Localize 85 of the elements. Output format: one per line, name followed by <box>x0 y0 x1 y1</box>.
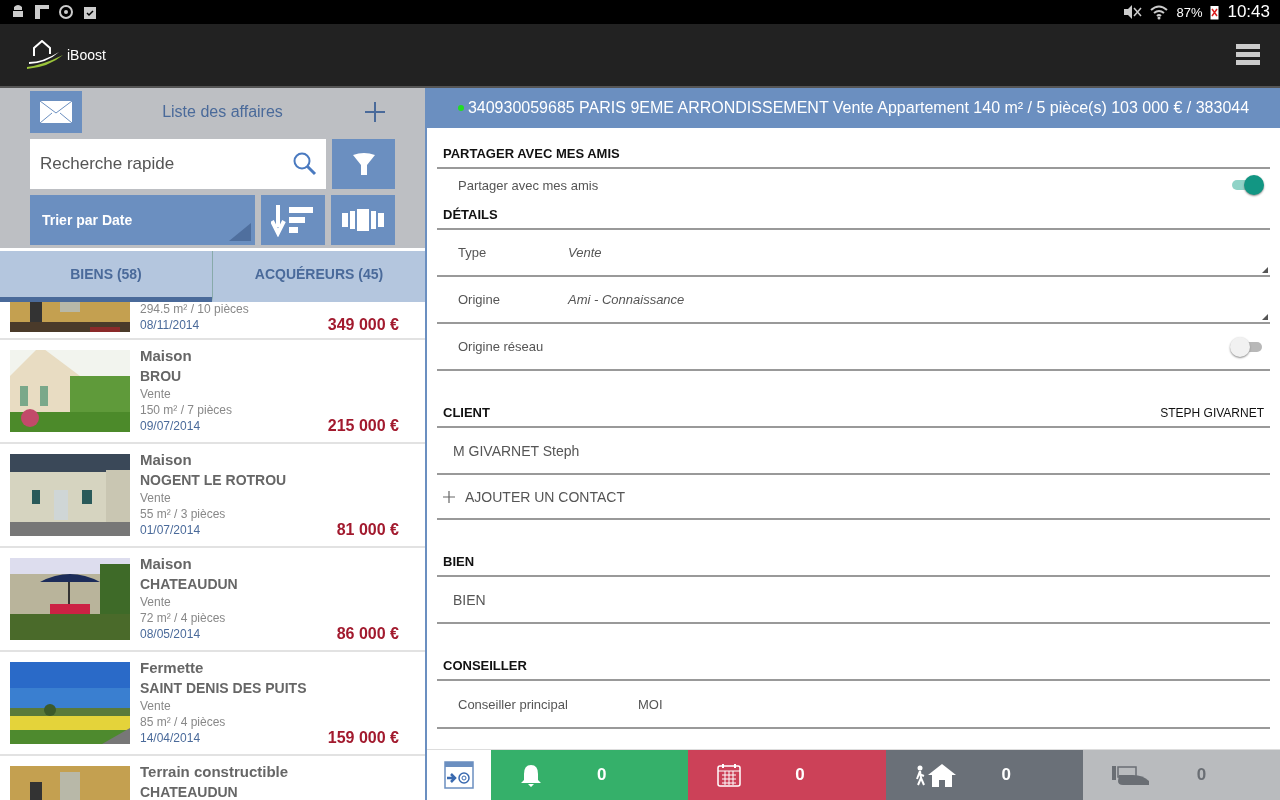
battery-icon <box>1210 4 1220 21</box>
corner-triangle-icon <box>1262 314 1268 320</box>
corner-triangle-icon <box>229 223 251 241</box>
view-toggle-button[interactable] <box>331 195 395 245</box>
listing-surface: 294.5 m² / 10 pièces <box>140 301 250 317</box>
clock-time: 10:43 <box>1227 2 1270 23</box>
listing-surface: 55 m² / 3 pièces <box>140 506 227 522</box>
listing-city: SAINT DENIS DES PUITS <box>140 679 308 698</box>
sort-descending-icon <box>271 203 315 237</box>
listing-surface: 150 m² / 7 pièces <box>140 402 234 418</box>
section-value: STEPH GIVARNET <box>1160 406 1264 420</box>
filter-icon <box>350 151 377 177</box>
listing-date: 01/07/2014 <box>140 522 201 538</box>
list-title: Liste des affaires <box>161 103 284 121</box>
field-label: Conseiller principal <box>458 696 569 712</box>
mail-button[interactable] <box>30 91 82 133</box>
app-title: iBoost <box>67 47 106 64</box>
section-heading: PARTAGER AVEC MES AMIS <box>443 146 620 161</box>
section-heading: BIEN <box>443 554 475 569</box>
listing-surface: 85 m² / 4 pièces <box>140 714 227 730</box>
sort-order-button[interactable] <box>261 195 325 245</box>
menu-icon[interactable] <box>1236 44 1260 67</box>
listing-date: 08/05/2014 <box>140 626 201 642</box>
toggle-label: Partager avec mes amis <box>458 177 599 193</box>
bell-icon <box>519 763 543 787</box>
listing-row[interactable]: Maison CHATEAUDUN Vente 72 m² / 4 pièces 08/05/2014 86 000 € <box>0 548 425 652</box>
counter-button[interactable]: 0 <box>688 750 886 800</box>
calendar-icon <box>716 763 743 787</box>
select-field[interactable]: Origine Ami - Connaissance <box>437 277 1270 324</box>
envelope-icon <box>39 100 73 124</box>
toggle-switch[interactable] <box>1230 336 1264 357</box>
listing-row[interactable]: Maison BROU Vente 150 m² / 7 pièces 09/07/2014 215 000 € <box>0 340 425 444</box>
row-text[interactable]: M GIVARNET Steph <box>453 442 580 459</box>
search-icon[interactable] <box>292 151 318 177</box>
listing-type: Maison <box>140 554 193 574</box>
listing-price: 81 000 € <box>336 522 399 538</box>
sync-icon <box>58 4 74 21</box>
listing-row[interactable]: Terrain constructible CHATEAUDUN <box>0 756 425 800</box>
listing-price: 86 000 € <box>336 626 399 642</box>
add-contact-button[interactable]: AJOUTER UN CONTACT <box>437 475 1270 520</box>
listing-date: 08/11/2014 <box>140 317 200 333</box>
email-forward-icon[interactable] <box>444 761 474 789</box>
section-heading: DÉTAILS <box>443 207 498 222</box>
listing-city: CHATEAUDUN <box>140 783 239 800</box>
wifi-icon <box>1150 4 1169 21</box>
search-field[interactable]: Recherche rapide <box>30 139 326 189</box>
listing-transaction: Vente <box>140 594 172 610</box>
listing-transaction: Vente <box>140 490 172 506</box>
listing-row[interactable]: Fermette SAINT DENIS DES PUITS Vente 85 m² / 4 pièces 14/04/2014 159 000 € <box>0 652 425 756</box>
plus-icon[interactable] <box>363 100 387 124</box>
listing-row[interactable]: Maison NOGENT LE ROTROU Vente 55 m² / 3 pièces 01/07/2014 81 000 € <box>0 444 425 548</box>
section-heading: CONSEILLER <box>443 658 527 673</box>
listing-type: Maison <box>140 450 193 470</box>
listing-surface: 72 m² / 4 pièces <box>140 610 227 626</box>
select-field[interactable]: Type Vente <box>437 230 1270 277</box>
filter-button[interactable] <box>332 139 395 189</box>
listing-price: 159 000 € <box>327 730 399 746</box>
columns-icon <box>342 209 384 231</box>
listing-city: BROU <box>140 367 183 386</box>
property-header: 340930059685 PARIS 9EME ARRONDISSEMENT Vente Appartement 140 m² / 5 pièce(s) 103 000 € / 383044 <box>427 88 1280 128</box>
house-logo-icon <box>26 40 64 71</box>
toggle-label: Origine réseau <box>458 339 544 354</box>
person-house-icon <box>913 763 958 787</box>
listing-transaction: Vente <box>140 698 172 714</box>
listing-city: CHATEAUDUN <box>140 575 239 594</box>
cash-hand-icon <box>1110 763 1151 787</box>
clipboard-icon <box>82 4 98 21</box>
mute-icon <box>1122 4 1143 21</box>
field-value[interactable]: MOI <box>638 696 663 712</box>
listing-date: 09/07/2014 <box>140 418 201 434</box>
row-text[interactable]: BIEN <box>453 591 486 608</box>
listing-date: 14/04/2014 <box>140 730 201 746</box>
corner-triangle-icon <box>1262 267 1268 273</box>
battery-level: 87% <box>1176 4 1203 20</box>
listing-city: NOGENT LE ROTROU <box>140 471 288 490</box>
listing-type: Terrain constructible <box>140 762 290 782</box>
counter-button[interactable]: 0 <box>885 750 1083 800</box>
plus-icon <box>443 490 455 503</box>
listing-type: Maison <box>140 346 193 366</box>
listing-price: 215 000 € <box>327 418 399 434</box>
toggle-switch[interactable] <box>1230 175 1264 195</box>
listing-price: 349 000 € <box>327 317 399 333</box>
listing-type: Fermette <box>140 658 205 678</box>
section-heading: CLIENT <box>443 405 490 420</box>
listing-transaction: Vente <box>140 386 172 402</box>
